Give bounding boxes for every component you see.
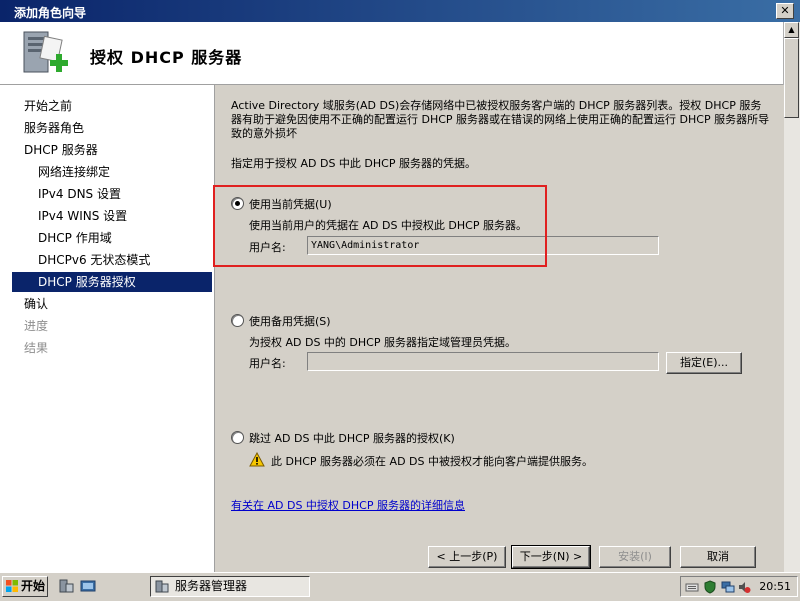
more-info-link[interactable]: 有关在 AD DS 中授权 DHCP 服务器的详细信息: [231, 497, 465, 513]
specify-button[interactable]: 指定(E)...: [666, 352, 742, 374]
nav-item-dhcp-scopes[interactable]: DHCP 作用域: [0, 228, 212, 248]
window-scrollbar[interactable]: ▲: [783, 22, 800, 572]
nav-item-network-binding[interactable]: 网络连接绑定: [0, 162, 212, 182]
nav-item-dhcp-authorization[interactable]: DHCP 服务器授权: [12, 272, 212, 292]
nav-item-results: 结果: [24, 341, 49, 355]
system-tray: 20:51: [680, 576, 798, 597]
scroll-up-icon[interactable]: ▲: [784, 22, 799, 38]
volume-muted-icon[interactable]: [737, 580, 751, 594]
page-title: 授权 DHCP 服务器: [90, 48, 243, 67]
server-manager-quicklaunch-icon[interactable]: [58, 578, 74, 594]
nav-item-dhcp-server[interactable]: DHCP 服务器: [0, 140, 212, 160]
taskbar: 开始 服务器管理器 20:51: [0, 572, 800, 601]
nav-item-ipv4-dns[interactable]: IPv4 DNS 设置: [0, 184, 212, 204]
wizard-steps-nav: 开始之前 服务器角色 DHCP 服务器 网络连接绑定 IPv4 DNS 设置 I…: [0, 85, 215, 572]
windows-logo-icon: [6, 580, 18, 592]
alternate-username-field[interactable]: [307, 352, 659, 371]
window-titlebar: 添加角色向导 ✕: [0, 0, 800, 22]
skip-warning: 此 DHCP 服务器必须在 AD DS 中被授权才能向客户端提供服务。: [249, 451, 593, 470]
install-button: 安装(I): [599, 546, 671, 568]
radio-skip-authorization[interactable]: [231, 431, 244, 444]
taskbar-item-server-manager[interactable]: 服务器管理器: [150, 576, 310, 597]
back-button[interactable]: < 上一步(P): [428, 546, 506, 568]
scroll-thumb[interactable]: [784, 38, 799, 118]
radio-alternate-credentials[interactable]: [231, 314, 244, 327]
close-button[interactable]: ✕: [776, 3, 794, 19]
alternate-username-label: 用户名:: [249, 357, 286, 370]
network-icon[interactable]: [721, 580, 735, 594]
nav-item-progress: 进度: [24, 319, 49, 333]
show-desktop-icon[interactable]: [80, 578, 96, 594]
intro-text: Active Directory 域服务(AD DS)会存储网络中已被授权服务客…: [231, 99, 770, 140]
window-title: 添加角色向导: [14, 6, 87, 20]
start-label[interactable]: 开始: [21, 579, 45, 593]
option-alternate-label[interactable]: 使用备用凭据(S): [249, 313, 331, 329]
nav-item-server-roles[interactable]: 服务器角色: [0, 118, 212, 138]
cancel-button[interactable]: 取消: [680, 546, 756, 568]
security-shield-icon[interactable]: [703, 580, 717, 594]
option-alternate-desc: 为授权 AD DS 中的 DHCP 服务器指定域管理员凭据。: [249, 336, 516, 349]
wizard-header: 授权 DHCP 服务器: [0, 22, 784, 85]
next-button[interactable]: 下一步(N) >: [511, 545, 591, 569]
highlight-box: [213, 185, 547, 267]
nav-item-dhcpv6-stateless[interactable]: DHCPv6 无状态模式: [0, 250, 212, 270]
nav-item-before-you-begin[interactable]: 开始之前: [0, 96, 212, 116]
wizard-content: Active Directory 域服务(AD DS)会存储网络中已被授权服务客…: [215, 85, 784, 572]
keyboard-icon[interactable]: [685, 580, 699, 594]
taskbar-item-label[interactable]: 服务器管理器: [175, 579, 247, 593]
server-role-icon: [23, 31, 68, 73]
clock[interactable]: 20:51: [759, 580, 791, 593]
warning-icon: [249, 451, 265, 467]
nav-item-confirmation[interactable]: 确认: [0, 294, 212, 314]
nav-item-ipv4-wins[interactable]: IPv4 WINS 设置: [0, 206, 212, 226]
specify-credentials-text: 指定用于授权 AD DS 中此 DHCP 服务器的凭据。: [231, 157, 476, 170]
option-skip-label[interactable]: 跳过 AD DS 中此 DHCP 服务器的授权(K): [249, 430, 455, 446]
server-manager-icon: [155, 580, 169, 593]
start-button[interactable]: 开始: [2, 576, 48, 597]
warning-text: 此 DHCP 服务器必须在 AD DS 中被授权才能向客户端提供服务。: [271, 455, 593, 468]
